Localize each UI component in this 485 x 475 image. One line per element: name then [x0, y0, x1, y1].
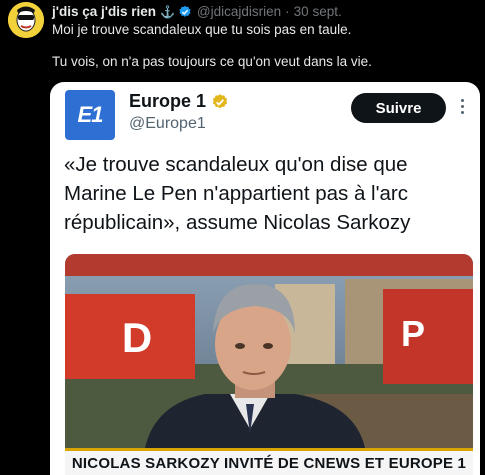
anchor-icon: ⚓	[159, 4, 175, 19]
tweet-line-1: Moi je trouve scandaleux que tu sois pas…	[52, 22, 352, 37]
quoted-post-title: «Je trouve scandaleux qu'on dise que Mar…	[64, 153, 411, 234]
separator-dot: ·	[285, 4, 290, 19]
follow-button[interactable]: Suivre	[351, 93, 446, 123]
sign-left-letter: D	[122, 314, 152, 361]
quoted-author-row: Europe 1	[129, 91, 229, 112]
news-photo: D P	[65, 254, 473, 448]
author-avatar[interactable]	[8, 2, 44, 38]
verified-badge-icon	[179, 5, 191, 17]
timestamp[interactable]: 30 sept.	[294, 4, 342, 19]
tweet-header: j'dis ça j'dis rien ⚓ @jdicajdisrien · 3…	[52, 4, 342, 19]
gold-verified-badge-icon	[212, 93, 228, 108]
tweet-line-2: Tu vois, on n'a pas toujours ce qu'on ve…	[52, 54, 372, 69]
media-caption: NICOLAS SARKOZY INVITÉ DE CNEWS ET EUROP…	[65, 448, 473, 475]
quoted-author-name[interactable]: Europe 1	[129, 91, 206, 112]
quoted-tweet-card[interactable]: E1 Europe 1 @Europe1 Suivre «Je trouve s…	[50, 82, 480, 475]
quoted-author-handle[interactable]: @Europe1	[129, 115, 206, 133]
europe1-logo[interactable]: E1	[65, 90, 115, 140]
tweet-text: Moi je trouve scandaleux que tu sois pas…	[52, 22, 372, 70]
author-name[interactable]: j'dis ça j'dis rien	[52, 4, 156, 19]
quoted-media-image[interactable]: D P NICOLAS SARKOZY INVITÉ DE CNEWS ET E…	[65, 254, 473, 475]
author-handle[interactable]: @jdicajdisrien	[197, 4, 281, 19]
sign-right-letter: P	[401, 313, 425, 354]
more-options-icon[interactable]	[456, 99, 468, 115]
